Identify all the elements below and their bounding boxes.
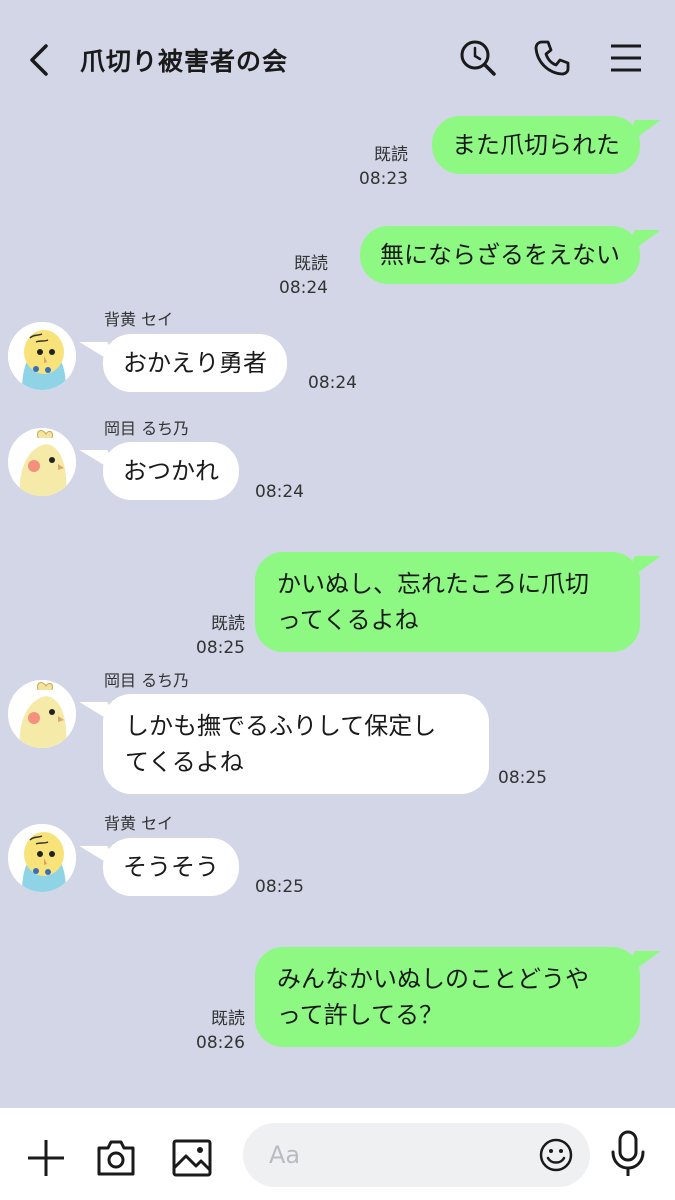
message-text: 無にならざるをえない (380, 241, 620, 269)
message-time: 08:24 (308, 373, 357, 393)
message-time: 08:26 (196, 1033, 245, 1053)
read-receipt: 既読 (294, 254, 328, 274)
message-meta: 既読 08:25 (196, 612, 245, 660)
read-receipt: 既読 (211, 614, 245, 634)
message-text-line: みんなかいぬしのことどうや (277, 965, 589, 993)
cockatiel-avatar-icon (8, 428, 76, 496)
message-input[interactable] (269, 1135, 519, 1175)
message-text-line: ってくるよね (277, 606, 419, 634)
mic-icon[interactable] (604, 1128, 652, 1180)
message-meta: 既読 08:23 (359, 143, 408, 191)
message-text-line: かいぬし、忘れたころに爪切 (277, 570, 589, 598)
sender-name: 背黄 セイ (104, 310, 174, 329)
message-text: おかえり勇者 (123, 349, 267, 377)
chat-title: 爪切り被害者の会 (80, 47, 289, 76)
search-icon[interactable] (458, 38, 498, 78)
sender-name: 岡目 るち乃 (104, 671, 190, 690)
incoming-message[interactable]: しかも撫でるふりして保定し てくるよね (103, 694, 489, 794)
outgoing-message[interactable]: 無にならざるをえない (360, 226, 640, 284)
outgoing-message[interactable]: また爪切られた (432, 116, 640, 174)
back-chevron-icon[interactable] (22, 40, 58, 80)
read-receipt: 既読 (211, 1009, 245, 1029)
outgoing-message[interactable]: みんなかいぬしのことどうや って許してる？ (255, 947, 640, 1047)
avatar-budgie[interactable] (8, 824, 76, 892)
message-text: そうそう (123, 853, 219, 881)
message-meta: 既読 08:24 (279, 252, 328, 300)
phone-icon[interactable] (532, 38, 572, 78)
sender-name: 背黄 セイ (104, 814, 174, 833)
menu-icon[interactable] (606, 38, 646, 78)
message-meta: 既読 08:26 (196, 1007, 245, 1055)
budgie-avatar-icon (8, 322, 76, 390)
message-time: 08:24 (279, 278, 328, 298)
read-receipt: 既読 (374, 145, 408, 165)
message-text-line: てくるよね (125, 748, 244, 776)
budgie-avatar-icon (8, 824, 76, 892)
incoming-message[interactable]: おつかれ (103, 442, 239, 500)
message-text: おつかれ (123, 457, 219, 485)
incoming-message[interactable]: そうそう (103, 838, 239, 896)
outgoing-message[interactable]: かいぬし、忘れたころに爪切 ってくるよね (255, 552, 640, 652)
avatar-cockatiel[interactable] (8, 428, 76, 496)
incoming-message[interactable]: おかえり勇者 (103, 334, 287, 392)
cockatiel-avatar-icon (8, 680, 76, 748)
message-input-field[interactable] (243, 1123, 590, 1187)
camera-icon[interactable] (94, 1136, 138, 1180)
message-text-line: しかも撫でるふりして保定し (125, 712, 437, 740)
message-text-line: って許してる？ (277, 1001, 444, 1029)
chat-header: 爪切り被害者の会 (0, 0, 675, 110)
sender-name: 岡目 るち乃 (104, 419, 190, 438)
message-time: 08:25 (255, 877, 304, 897)
avatar-budgie[interactable] (8, 322, 76, 390)
message-time: 08:25 (498, 768, 547, 788)
message-time: 08:23 (359, 169, 408, 189)
message-time: 08:25 (196, 638, 245, 658)
message-time: 08:24 (255, 482, 304, 502)
image-icon[interactable] (170, 1136, 214, 1180)
plus-icon[interactable] (24, 1136, 68, 1180)
message-text: また爪切られた (452, 131, 620, 159)
emoji-icon[interactable] (538, 1137, 574, 1173)
avatar-cockatiel[interactable] (8, 680, 76, 748)
